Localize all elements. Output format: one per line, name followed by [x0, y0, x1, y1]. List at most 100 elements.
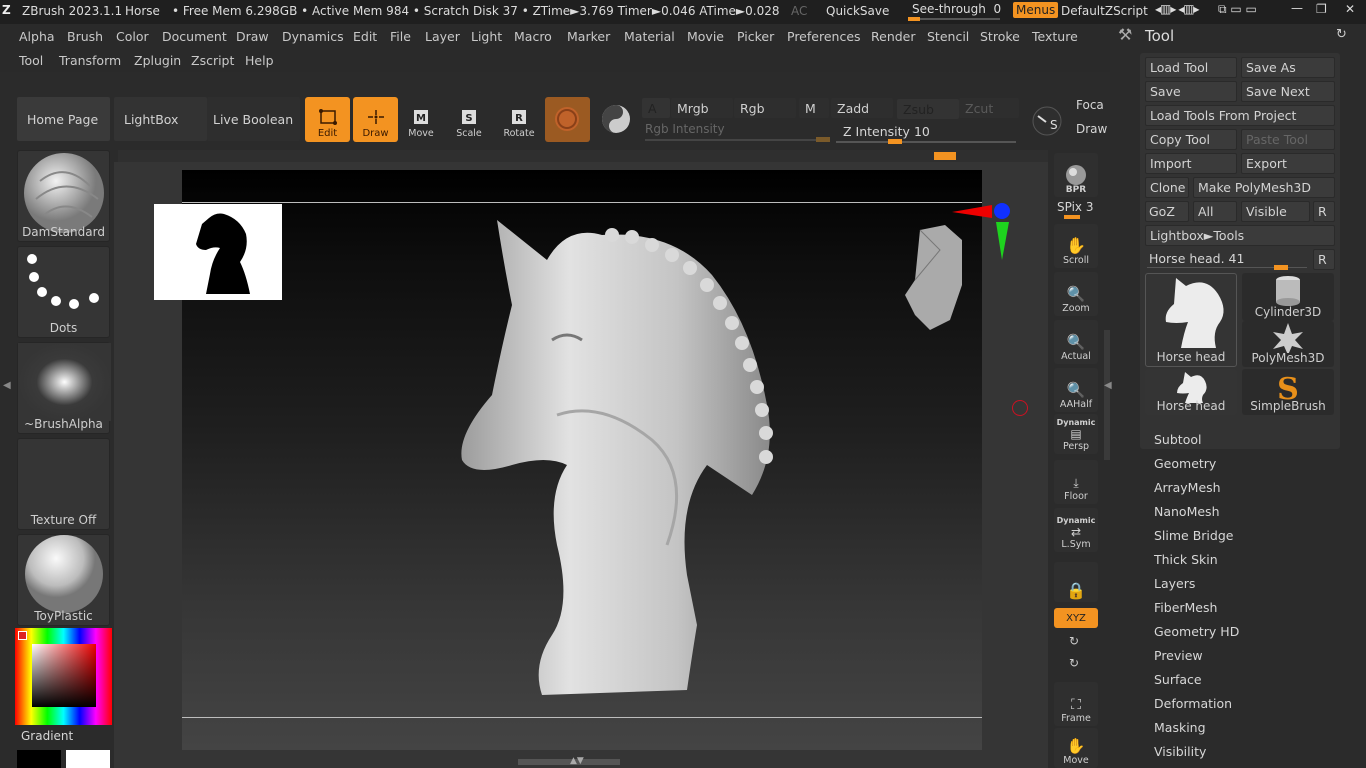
subpalette-arraymesh[interactable]: ArrayMesh: [1154, 480, 1221, 495]
y-rotate-icon[interactable]: ↻: [1069, 634, 1079, 648]
paste-tool-button[interactable]: Paste Tool: [1241, 129, 1335, 150]
horse-head-model[interactable]: [452, 215, 802, 705]
m-button[interactable]: M: [799, 98, 829, 118]
zadd-button[interactable]: Zadd: [831, 98, 893, 118]
menu-color[interactable]: Color: [116, 29, 149, 44]
goz-r-button[interactable]: R: [1313, 201, 1335, 222]
menu-alpha[interactable]: Alpha: [19, 29, 55, 44]
aahalf-button[interactable]: 🔍 AAHalf: [1054, 368, 1098, 412]
menu-help[interactable]: Help: [245, 53, 274, 68]
menus-button[interactable]: Menus: [1013, 2, 1059, 18]
a-toggle[interactable]: A: [642, 98, 670, 118]
home-page-button[interactable]: Home Page: [17, 97, 110, 141]
menu-render[interactable]: Render: [871, 29, 916, 44]
scale-mode-button[interactable]: S Scale: [447, 97, 491, 141]
see-through-slider[interactable]: See-through 0: [912, 2, 1001, 16]
subpalette-visibility[interactable]: Visibility: [1154, 744, 1206, 759]
default-zscript-button[interactable]: DefaultZScript: [1061, 4, 1148, 18]
window-layout-icon[interactable]: ⧉ ▭ ▭: [1218, 2, 1257, 17]
menu-picker[interactable]: Picker: [737, 29, 774, 44]
move-view-button[interactable]: ✋ Move: [1054, 728, 1098, 768]
live-boolean-button[interactable]: Live Boolean: [207, 97, 300, 141]
mrgb-button[interactable]: Mrgb: [671, 98, 733, 118]
menu-dynamics[interactable]: Dynamics: [282, 29, 344, 44]
material-sphere-button[interactable]: [545, 97, 590, 142]
colorize-button[interactable]: [596, 97, 636, 142]
tool-thumb-simplebrush[interactable]: S SimpleBrush: [1242, 369, 1334, 415]
move-mode-button[interactable]: M Move: [399, 97, 443, 141]
menu-preferences[interactable]: Preferences: [787, 29, 861, 44]
copy-tool-button[interactable]: Copy Tool: [1145, 129, 1237, 150]
menu-stencil[interactable]: Stencil: [927, 29, 969, 44]
menu-material[interactable]: Material: [624, 29, 675, 44]
horizontal-scroll-handle[interactable]: [518, 759, 620, 765]
lightbox-tools-button[interactable]: Lightbox►Tools: [1145, 225, 1335, 246]
load-tools-from-project-button[interactable]: Load Tools From Project: [1145, 105, 1335, 126]
texture-selector[interactable]: Texture Off: [17, 438, 110, 530]
stroke-selector[interactable]: Dots: [17, 246, 110, 338]
color-sv-square[interactable]: [32, 644, 96, 707]
tool-palette-title[interactable]: Tool: [1145, 27, 1174, 45]
load-tool-button[interactable]: Load Tool: [1145, 57, 1237, 78]
subpalette-masking[interactable]: Masking: [1154, 720, 1206, 735]
subpalette-fibermesh[interactable]: FiberMesh: [1154, 600, 1217, 615]
tool-r-button[interactable]: R: [1313, 249, 1335, 270]
spix-knob[interactable]: [1064, 215, 1080, 219]
primary-color-swatch[interactable]: [66, 750, 110, 768]
timeline-strip[interactable]: [118, 150, 1048, 162]
bpr-button[interactable]: BPR: [1054, 153, 1098, 197]
menu-macro[interactable]: Macro: [514, 29, 552, 44]
menu-light[interactable]: Light: [471, 29, 502, 44]
restore-icon[interactable]: ❐: [1316, 2, 1327, 16]
save-button[interactable]: Save: [1145, 81, 1237, 102]
goz-button[interactable]: GoZ: [1145, 201, 1189, 222]
timeline-marker[interactable]: [934, 152, 956, 160]
lock-button[interactable]: 🔒: [1054, 562, 1098, 602]
menu-brush[interactable]: Brush: [67, 29, 103, 44]
secondary-color-swatch[interactable]: [17, 750, 61, 768]
zsub-button[interactable]: Zsub: [897, 99, 959, 119]
goz-visible-button[interactable]: Visible: [1241, 201, 1310, 222]
reference-image[interactable]: [154, 204, 282, 300]
tool-thumb-horse-head[interactable]: Horse head: [1145, 273, 1237, 367]
color-picker[interactable]: [15, 628, 112, 725]
focal-shift-label[interactable]: Foca: [1076, 98, 1104, 112]
alpha-selector[interactable]: ~BrushAlpha: [17, 342, 111, 434]
draw-size-label[interactable]: Draw: [1076, 122, 1107, 136]
menu-document[interactable]: Document: [162, 29, 227, 44]
zcut-button[interactable]: Zcut: [959, 98, 1019, 118]
floor-button[interactable]: ⤓ Floor: [1054, 460, 1098, 504]
subpalette-preview[interactable]: Preview: [1154, 648, 1203, 663]
menu-layer[interactable]: Layer: [425, 29, 460, 44]
draw-button[interactable]: Draw: [353, 97, 398, 142]
menu-draw[interactable]: Draw: [236, 29, 269, 44]
navigation-head-icon[interactable]: [900, 225, 965, 330]
menu-movie[interactable]: Movie: [687, 29, 724, 44]
clone-button[interactable]: Clone: [1145, 177, 1189, 198]
rgb-button[interactable]: Rgb: [734, 98, 796, 118]
expand-bottom-icon[interactable]: ▲▼: [570, 756, 584, 766]
tool-slider[interactable]: Horse head. 41: [1149, 251, 1244, 266]
rgb-intensity-knob[interactable]: [816, 137, 830, 142]
menu-file[interactable]: File: [390, 29, 411, 44]
subpalette-thick-skin[interactable]: Thick Skin: [1154, 552, 1218, 567]
scroll-button[interactable]: ✋ Scroll: [1054, 224, 1098, 268]
minimize-icon[interactable]: —: [1291, 1, 1303, 15]
brush-selector[interactable]: DamStandard: [17, 150, 110, 242]
subpalette-deformation[interactable]: Deformation: [1154, 696, 1232, 711]
export-button[interactable]: Export: [1241, 153, 1335, 174]
z-intensity-slider[interactable]: Z Intensity 10: [843, 124, 930, 139]
menu-stroke[interactable]: Stroke: [980, 29, 1020, 44]
tool-thumb-polymesh3d[interactable]: PolyMesh3D: [1242, 321, 1334, 367]
xyz-rotate-button[interactable]: XYZ: [1054, 608, 1098, 628]
subpalette-geometry-hd[interactable]: Geometry HD: [1154, 624, 1239, 639]
left-tray-toggle-icon[interactable]: ◀: [3, 380, 11, 391]
menu-edit[interactable]: Edit: [353, 29, 377, 44]
zoom-button[interactable]: 🔍 Zoom: [1054, 272, 1098, 316]
tool-slider-knob[interactable]: [1274, 265, 1288, 270]
frame-button[interactable]: ⛶ Frame: [1054, 682, 1098, 726]
menu-tool[interactable]: Tool: [19, 53, 43, 68]
spix-slider[interactable]: SPix 3: [1057, 200, 1094, 214]
z-intensity-knob[interactable]: [888, 139, 902, 144]
layout-icon[interactable]: ◂▥▸ ◂▥▸: [1155, 2, 1200, 16]
